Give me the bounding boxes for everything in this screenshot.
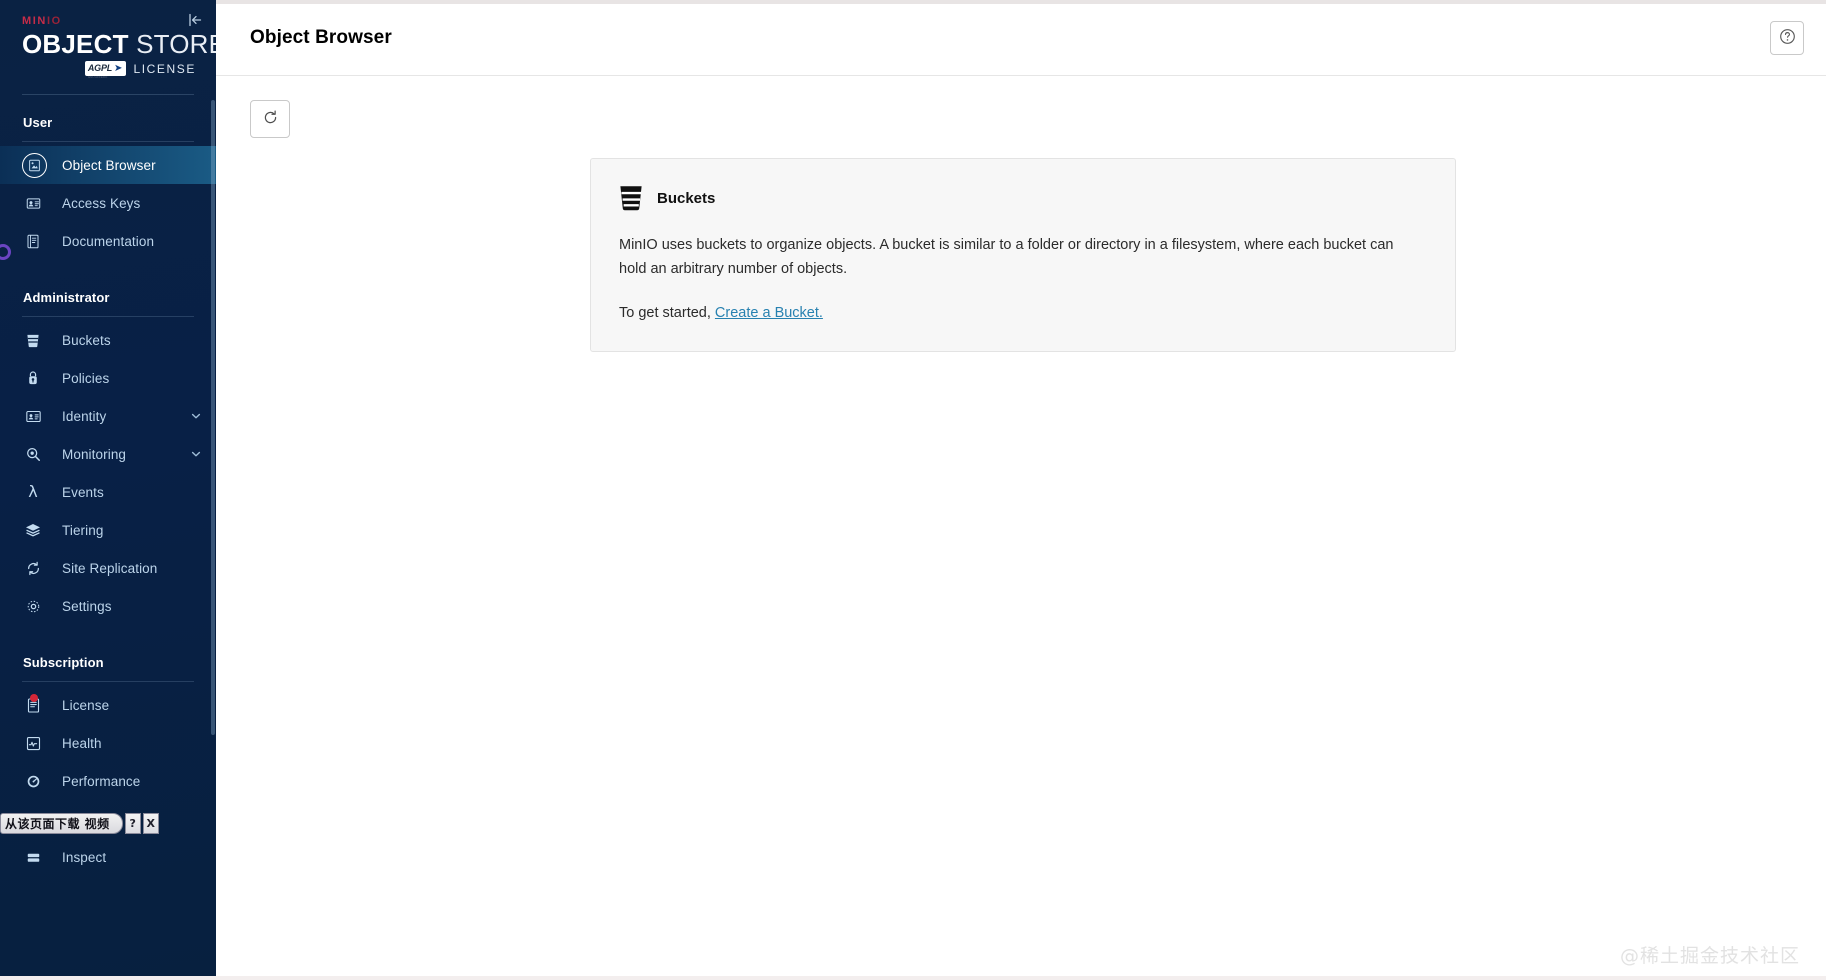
- license-notification-dot: [30, 694, 38, 702]
- bucket-icon: [22, 333, 44, 348]
- sidebar-item-monitoring[interactable]: Monitoring: [0, 435, 216, 473]
- sidebar-item-label: Site Replication: [62, 560, 158, 576]
- sidebar-item-inspect[interactable]: Inspect: [0, 838, 216, 876]
- page-title: Object Browser: [250, 26, 392, 48]
- download-video-overlay[interactable]: 从该页面下载 视频 ? X: [0, 813, 159, 834]
- agpl-wing-icon: ➤: [114, 62, 123, 74]
- monitoring-icon: [22, 447, 44, 462]
- sidebar-item-health[interactable]: Health: [0, 724, 216, 762]
- sidebar-item-settings[interactable]: Settings: [0, 587, 216, 625]
- identity-icon: [22, 410, 44, 423]
- sidebar-item-events[interactable]: λ Events: [0, 473, 216, 511]
- card-title: Buckets: [657, 189, 716, 207]
- sidebar-top-divider: [22, 94, 194, 95]
- inspect-icon: [22, 851, 44, 864]
- info-card-wrapper: Buckets MinIO uses buckets to organize o…: [250, 158, 1796, 352]
- brand-minio-wordmark: MINIO: [22, 14, 200, 28]
- sidebar-item-label: Documentation: [62, 233, 155, 249]
- brand-io: IO: [46, 15, 62, 27]
- content-area: Buckets MinIO uses buckets to organize o…: [216, 76, 1826, 980]
- sidebar-rule-user: [22, 141, 194, 142]
- settings-gear-icon: [22, 599, 44, 614]
- sidebar-item-buckets[interactable]: Buckets: [0, 321, 216, 359]
- policies-lock-icon: [22, 370, 44, 386]
- refresh-icon: [262, 109, 279, 129]
- sidebar-item-label: Buckets: [62, 332, 111, 348]
- help-button[interactable]: [1770, 20, 1804, 55]
- sidebar-item-label: Inspect: [62, 849, 107, 865]
- overlay-close-button[interactable]: X: [142, 813, 159, 834]
- page-top-edge: [216, 0, 1826, 4]
- sidebar-item-identity[interactable]: Identity: [0, 397, 216, 435]
- agpl-label: AGPL: [87, 63, 113, 73]
- top-bar: Object Browser: [216, 0, 1826, 76]
- card-header: Buckets: [619, 185, 1427, 211]
- sidebar-item-label: Policies: [62, 370, 110, 386]
- brand-object: OBJECT: [22, 29, 129, 59]
- bucket-icon: [619, 185, 643, 211]
- sidebar-item-label: Identity: [62, 408, 107, 424]
- sidebar-item-license[interactable]: License: [0, 686, 216, 724]
- sidebar-content: MINIO OBJECT STORE AGPL GNU AFFERO ➤ LIC…: [0, 0, 216, 896]
- sidebar-section-subscription: Subscription: [23, 655, 104, 670]
- sidebar-scrollbar[interactable]: [211, 100, 215, 735]
- sidebar-rule-admin: [22, 316, 194, 317]
- help-question-icon: [1779, 28, 1796, 48]
- sidebar-item-policies[interactable]: Policies: [0, 359, 216, 397]
- performance-gauge-icon: [22, 774, 44, 789]
- sidebar-rule-sub: [22, 681, 194, 682]
- documentation-icon: [22, 234, 44, 249]
- brand-min: MIN: [22, 15, 47, 27]
- card-cta: To get started, Create a Bucket.: [619, 305, 1427, 321]
- agpl-sublabel: GNU AFFERO: [87, 75, 108, 79]
- health-icon: [22, 736, 44, 751]
- sidebar-item-site-replication[interactable]: Site Replication: [0, 549, 216, 587]
- sidebar-item-label: Health: [62, 735, 102, 751]
- chevron-down-icon[interactable]: [190, 410, 202, 422]
- brand-license-row: AGPL GNU AFFERO ➤ LICENSE: [22, 61, 200, 79]
- card-description: MinIO uses buckets to organize objects. …: [619, 237, 1394, 277]
- sidebar-item-label: Events: [62, 484, 104, 500]
- download-video-button[interactable]: 从该页面下载 视频: [0, 813, 123, 834]
- refresh-button[interactable]: [250, 100, 290, 138]
- sidebar-item-tiering[interactable]: Tiering: [0, 511, 216, 549]
- sidebar-item-object-browser[interactable]: Object Browser: [0, 146, 216, 184]
- tiering-layers-icon: [22, 523, 44, 537]
- sidebar-item-label: Object Browser: [62, 157, 156, 173]
- license-word: LICENSE: [133, 61, 196, 76]
- sidebar-section-administrator: Administrator: [23, 290, 110, 305]
- sidebar-item-label: Performance: [62, 773, 141, 789]
- sidebar-item-label: Settings: [62, 598, 112, 614]
- app-root: MINIO OBJECT STORE AGPL GNU AFFERO ➤ LIC…: [0, 0, 1826, 980]
- sidebar-item-documentation[interactable]: Documentation: [0, 222, 216, 260]
- sidebar-item-label: Tiering: [62, 522, 104, 538]
- access-keys-icon: [22, 196, 44, 211]
- sidebar-item-label: Monitoring: [62, 446, 127, 462]
- overlay-help-button[interactable]: ?: [124, 813, 141, 834]
- create-bucket-link[interactable]: Create a Bucket.: [715, 305, 823, 321]
- sidebar-collapse-icon[interactable]: [184, 9, 206, 31]
- page-bottom-edge: [0, 976, 1826, 980]
- events-lambda-icon: λ: [28, 482, 38, 501]
- buckets-info-card: Buckets MinIO uses buckets to organize o…: [590, 158, 1456, 352]
- chevron-down-icon[interactable]: [190, 448, 202, 460]
- brand-object-store: OBJECT STORE: [22, 29, 216, 59]
- sidebar-item-access-keys[interactable]: Access Keys: [0, 184, 216, 222]
- sidebar-item-performance[interactable]: Performance: [0, 762, 216, 800]
- brand-store: STORE: [136, 29, 216, 59]
- watermark: @稀土掘金技术社区: [1619, 945, 1800, 967]
- sidebar-item-label: License: [62, 697, 110, 713]
- sidebar-item-label: Access Keys: [62, 195, 141, 211]
- main-area: Object Browser Buckets MinIO uses bucket…: [216, 0, 1826, 980]
- cta-prefix: To get started,: [619, 305, 715, 321]
- sidebar-section-user: User: [23, 115, 53, 130]
- agpl-badge-icon: AGPL GNU AFFERO ➤: [84, 61, 127, 79]
- site-replication-icon: [22, 561, 44, 576]
- object-browser-icon: [22, 152, 47, 178]
- brand-logo: MINIO OBJECT STORE AGPL GNU AFFERO ➤ LIC…: [0, 0, 216, 79]
